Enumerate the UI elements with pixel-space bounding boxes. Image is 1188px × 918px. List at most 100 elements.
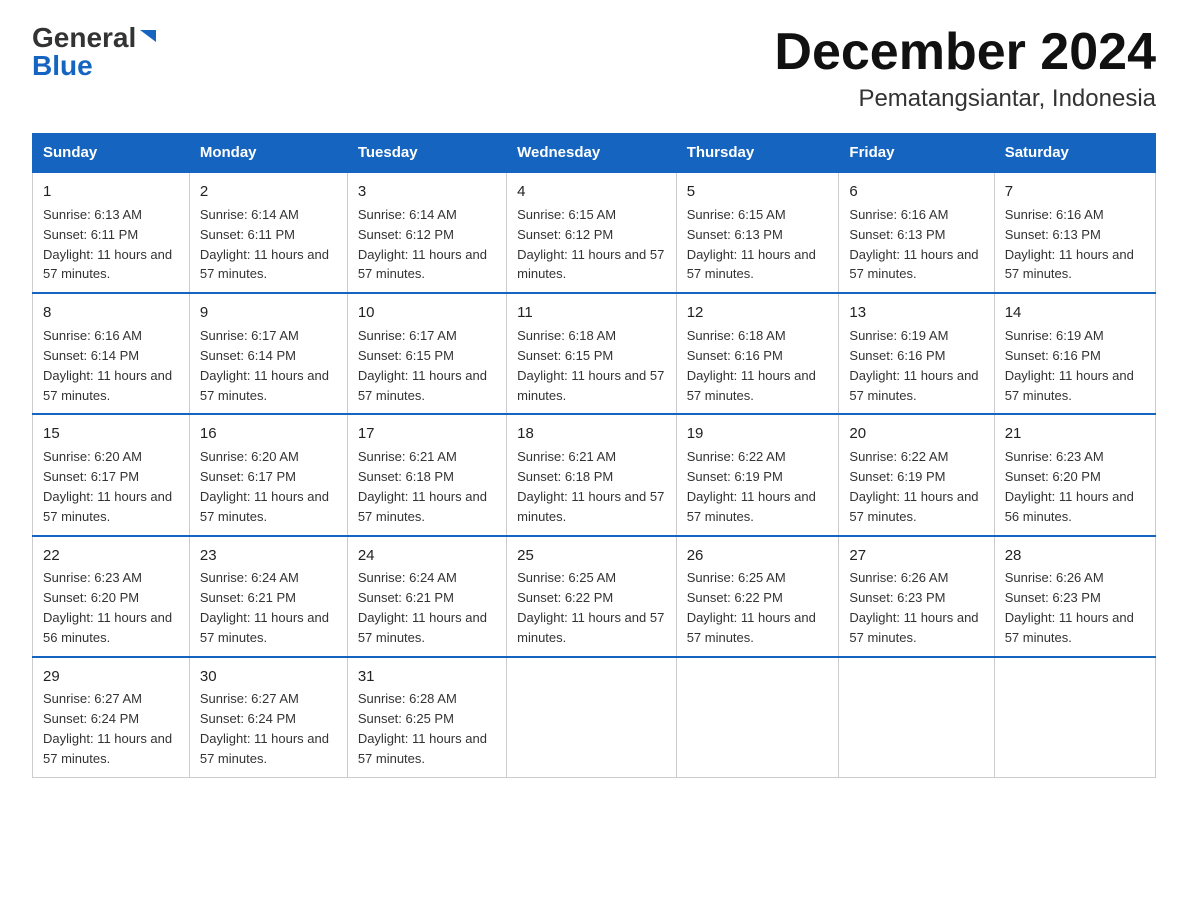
calendar-cell: 14 Sunrise: 6:19 AMSunset: 6:16 PMDaylig… <box>994 293 1155 414</box>
day-info: Sunrise: 6:18 AMSunset: 6:16 PMDaylight:… <box>687 328 816 403</box>
calendar-cell: 28 Sunrise: 6:26 AMSunset: 6:23 PMDaylig… <box>994 536 1155 657</box>
day-info: Sunrise: 6:21 AMSunset: 6:18 PMDaylight:… <box>358 449 487 524</box>
calendar-cell: 1 Sunrise: 6:13 AMSunset: 6:11 PMDayligh… <box>33 172 190 293</box>
day-number: 1 <box>43 181 179 203</box>
day-info: Sunrise: 6:16 AMSunset: 6:13 PMDaylight:… <box>849 207 978 282</box>
day-info: Sunrise: 6:17 AMSunset: 6:14 PMDaylight:… <box>200 328 329 403</box>
day-info: Sunrise: 6:18 AMSunset: 6:15 PMDaylight:… <box>517 328 664 403</box>
day-number: 11 <box>517 302 666 324</box>
calendar-week-3: 15 Sunrise: 6:20 AMSunset: 6:17 PMDaylig… <box>33 414 1156 535</box>
day-number: 18 <box>517 423 666 445</box>
calendar-cell <box>507 657 677 778</box>
calendar-cell: 17 Sunrise: 6:21 AMSunset: 6:18 PMDaylig… <box>347 414 506 535</box>
header-friday: Friday <box>839 134 994 173</box>
calendar-cell <box>676 657 839 778</box>
header-wednesday: Wednesday <box>507 134 677 173</box>
day-number: 21 <box>1005 423 1145 445</box>
calendar-cell: 31 Sunrise: 6:28 AMSunset: 6:25 PMDaylig… <box>347 657 506 778</box>
day-info: Sunrise: 6:19 AMSunset: 6:16 PMDaylight:… <box>1005 328 1134 403</box>
calendar-week-5: 29 Sunrise: 6:27 AMSunset: 6:24 PMDaylig… <box>33 657 1156 778</box>
header-saturday: Saturday <box>994 134 1155 173</box>
day-number: 25 <box>517 545 666 567</box>
calendar-cell: 20 Sunrise: 6:22 AMSunset: 6:19 PMDaylig… <box>839 414 994 535</box>
day-number: 28 <box>1005 545 1145 567</box>
logo-blue-text: Blue <box>32 52 93 80</box>
calendar-cell: 13 Sunrise: 6:19 AMSunset: 6:16 PMDaylig… <box>839 293 994 414</box>
calendar-cell: 16 Sunrise: 6:20 AMSunset: 6:17 PMDaylig… <box>189 414 347 535</box>
day-number: 14 <box>1005 302 1145 324</box>
calendar-cell: 11 Sunrise: 6:18 AMSunset: 6:15 PMDaylig… <box>507 293 677 414</box>
day-number: 23 <box>200 545 337 567</box>
day-info: Sunrise: 6:14 AMSunset: 6:11 PMDaylight:… <box>200 207 329 282</box>
calendar-cell: 27 Sunrise: 6:26 AMSunset: 6:23 PMDaylig… <box>839 536 994 657</box>
day-number: 29 <box>43 666 179 688</box>
day-number: 19 <box>687 423 829 445</box>
calendar-cell: 9 Sunrise: 6:17 AMSunset: 6:14 PMDayligh… <box>189 293 347 414</box>
day-number: 13 <box>849 302 983 324</box>
day-info: Sunrise: 6:25 AMSunset: 6:22 PMDaylight:… <box>687 570 816 645</box>
calendar-cell: 21 Sunrise: 6:23 AMSunset: 6:20 PMDaylig… <box>994 414 1155 535</box>
day-info: Sunrise: 6:24 AMSunset: 6:21 PMDaylight:… <box>200 570 329 645</box>
day-info: Sunrise: 6:16 AMSunset: 6:14 PMDaylight:… <box>43 328 172 403</box>
title-block: December 2024 Pematangsiantar, Indonesia <box>774 24 1156 113</box>
day-info: Sunrise: 6:16 AMSunset: 6:13 PMDaylight:… <box>1005 207 1134 282</box>
calendar-cell: 18 Sunrise: 6:21 AMSunset: 6:18 PMDaylig… <box>507 414 677 535</box>
day-info: Sunrise: 6:19 AMSunset: 6:16 PMDaylight:… <box>849 328 978 403</box>
calendar-cell: 22 Sunrise: 6:23 AMSunset: 6:20 PMDaylig… <box>33 536 190 657</box>
page-header: General Blue December 2024 Pematangsiant… <box>32 24 1156 113</box>
day-number: 27 <box>849 545 983 567</box>
day-info: Sunrise: 6:28 AMSunset: 6:25 PMDaylight:… <box>358 691 487 766</box>
calendar-cell: 19 Sunrise: 6:22 AMSunset: 6:19 PMDaylig… <box>676 414 839 535</box>
day-number: 7 <box>1005 181 1145 203</box>
calendar-cell: 4 Sunrise: 6:15 AMSunset: 6:12 PMDayligh… <box>507 172 677 293</box>
day-number: 10 <box>358 302 496 324</box>
day-number: 16 <box>200 423 337 445</box>
day-number: 5 <box>687 181 829 203</box>
calendar-cell: 7 Sunrise: 6:16 AMSunset: 6:13 PMDayligh… <box>994 172 1155 293</box>
header-monday: Monday <box>189 134 347 173</box>
day-info: Sunrise: 6:26 AMSunset: 6:23 PMDaylight:… <box>849 570 978 645</box>
day-number: 17 <box>358 423 496 445</box>
calendar-cell: 24 Sunrise: 6:24 AMSunset: 6:21 PMDaylig… <box>347 536 506 657</box>
calendar-cell: 25 Sunrise: 6:25 AMSunset: 6:22 PMDaylig… <box>507 536 677 657</box>
day-info: Sunrise: 6:22 AMSunset: 6:19 PMDaylight:… <box>687 449 816 524</box>
header-thursday: Thursday <box>676 134 839 173</box>
day-info: Sunrise: 6:21 AMSunset: 6:18 PMDaylight:… <box>517 449 664 524</box>
day-number: 24 <box>358 545 496 567</box>
calendar-cell: 3 Sunrise: 6:14 AMSunset: 6:12 PMDayligh… <box>347 172 506 293</box>
page-subtitle: Pematangsiantar, Indonesia <box>774 85 1156 113</box>
day-info: Sunrise: 6:15 AMSunset: 6:13 PMDaylight:… <box>687 207 816 282</box>
day-info: Sunrise: 6:20 AMSunset: 6:17 PMDaylight:… <box>43 449 172 524</box>
header-sunday: Sunday <box>33 134 190 173</box>
day-number: 12 <box>687 302 829 324</box>
logo-icon <box>138 26 160 48</box>
day-info: Sunrise: 6:26 AMSunset: 6:23 PMDaylight:… <box>1005 570 1134 645</box>
calendar-week-1: 1 Sunrise: 6:13 AMSunset: 6:11 PMDayligh… <box>33 172 1156 293</box>
day-info: Sunrise: 6:27 AMSunset: 6:24 PMDaylight:… <box>43 691 172 766</box>
calendar-cell: 6 Sunrise: 6:16 AMSunset: 6:13 PMDayligh… <box>839 172 994 293</box>
day-number: 15 <box>43 423 179 445</box>
day-number: 3 <box>358 181 496 203</box>
page-title: December 2024 <box>774 24 1156 81</box>
day-number: 4 <box>517 181 666 203</box>
day-info: Sunrise: 6:15 AMSunset: 6:12 PMDaylight:… <box>517 207 664 282</box>
calendar-cell: 15 Sunrise: 6:20 AMSunset: 6:17 PMDaylig… <box>33 414 190 535</box>
day-info: Sunrise: 6:27 AMSunset: 6:24 PMDaylight:… <box>200 691 329 766</box>
calendar-table: SundayMondayTuesdayWednesdayThursdayFrid… <box>32 133 1156 778</box>
calendar-cell: 26 Sunrise: 6:25 AMSunset: 6:22 PMDaylig… <box>676 536 839 657</box>
day-number: 22 <box>43 545 179 567</box>
calendar-cell: 12 Sunrise: 6:18 AMSunset: 6:16 PMDaylig… <box>676 293 839 414</box>
day-info: Sunrise: 6:22 AMSunset: 6:19 PMDaylight:… <box>849 449 978 524</box>
day-number: 6 <box>849 181 983 203</box>
day-number: 20 <box>849 423 983 445</box>
calendar-cell: 29 Sunrise: 6:27 AMSunset: 6:24 PMDaylig… <box>33 657 190 778</box>
logo: General Blue <box>32 24 160 80</box>
day-number: 8 <box>43 302 179 324</box>
day-info: Sunrise: 6:13 AMSunset: 6:11 PMDaylight:… <box>43 207 172 282</box>
day-info: Sunrise: 6:25 AMSunset: 6:22 PMDaylight:… <box>517 570 664 645</box>
day-number: 2 <box>200 181 337 203</box>
calendar-header-row: SundayMondayTuesdayWednesdayThursdayFrid… <box>33 134 1156 173</box>
day-info: Sunrise: 6:24 AMSunset: 6:21 PMDaylight:… <box>358 570 487 645</box>
day-number: 9 <box>200 302 337 324</box>
logo-general-text: General <box>32 24 136 52</box>
